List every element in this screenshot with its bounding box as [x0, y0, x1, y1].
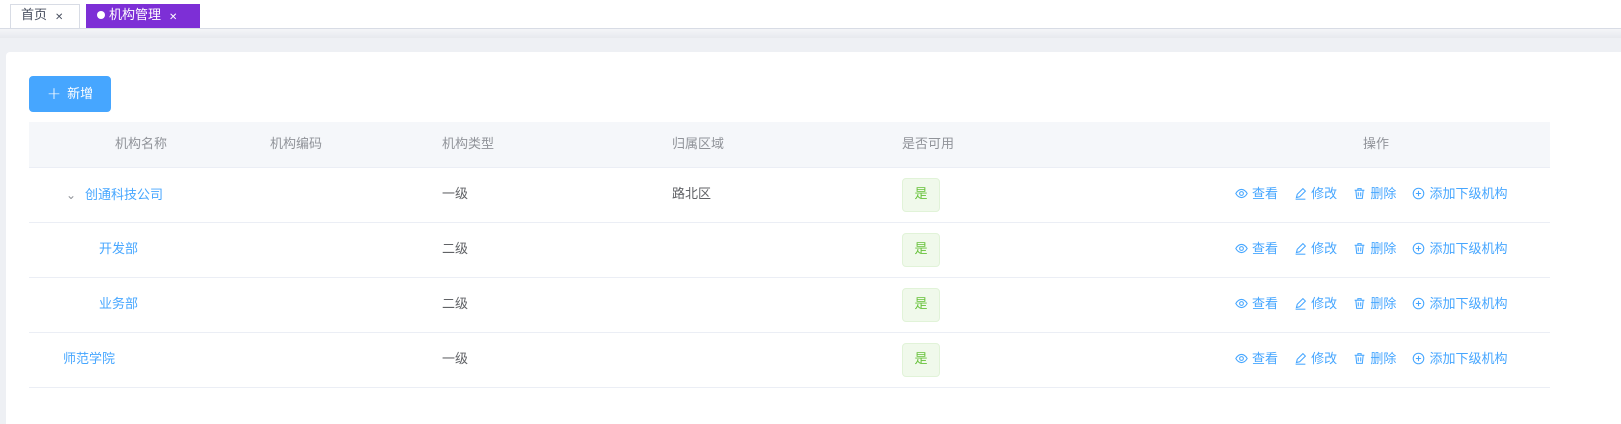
- view-button[interactable]: 查看: [1235, 278, 1278, 332]
- header-org-type: 机构类型: [442, 137, 495, 152]
- delete-button[interactable]: 删除: [1353, 333, 1396, 387]
- edit-button[interactable]: 修改: [1294, 278, 1337, 332]
- org-name-link[interactable]: 开发部: [99, 242, 138, 257]
- content-card: + 新增 机构名称 机构编码 机构类型 归属区域 是否可用 操作 ⌄ 创通科技公司 …: [6, 52, 1621, 424]
- edit-button[interactable]: 修改: [1294, 223, 1337, 277]
- add-child-label: 添加下级机构: [1429, 242, 1508, 257]
- add-child-button[interactable]: 添加下级机构: [1412, 333, 1507, 387]
- header-actions: 操作: [1363, 137, 1390, 152]
- view-label: 查看: [1252, 297, 1279, 312]
- row-actions: 查看 修改 删除 添加下级机构: [1235, 168, 1519, 222]
- plus-circle-icon: [1413, 187, 1425, 200]
- plus-circle-icon: [1413, 242, 1425, 255]
- table-row: 师范学院 一级 是 查看 修改 删除 添加下级机构: [29, 333, 1550, 388]
- view-button[interactable]: 查看: [1235, 168, 1278, 222]
- region-cell: 路北区: [672, 187, 712, 202]
- org-type-cell: 一级: [442, 187, 469, 202]
- edit-icon: [1295, 187, 1307, 200]
- tab-org-management[interactable]: 机构管理 ✕: [86, 4, 200, 28]
- eye-icon: [1235, 298, 1248, 309]
- add-child-label: 添加下级机构: [1429, 187, 1508, 202]
- edit-label: 修改: [1311, 297, 1338, 312]
- org-type-cell: 二级: [442, 242, 469, 257]
- delete-label: 删除: [1370, 297, 1397, 312]
- enabled-tag: 是: [902, 288, 940, 322]
- view-label: 查看: [1252, 242, 1279, 257]
- edit-button[interactable]: 修改: [1294, 333, 1337, 387]
- org-name-cell: 师范学院: [63, 333, 115, 387]
- header-org-name: 机构名称: [115, 137, 168, 152]
- tags-view-bar: 首页 ✕ 机构管理 ✕: [0, 0, 1621, 29]
- tab-home-label: 首页: [21, 8, 48, 23]
- close-icon[interactable]: ✕: [169, 7, 177, 29]
- plus-circle-icon: [1413, 352, 1425, 365]
- delete-button[interactable]: 删除: [1353, 223, 1396, 277]
- trash-icon: [1354, 298, 1365, 309]
- org-table: 机构名称 机构编码 机构类型 归属区域 是否可用 操作 ⌄ 创通科技公司 一级 路…: [29, 122, 1550, 388]
- trash-icon: [1354, 353, 1365, 364]
- eye-icon: [1235, 353, 1248, 364]
- view-label: 查看: [1252, 187, 1279, 202]
- tab-home[interactable]: 首页 ✕: [10, 4, 80, 28]
- org-type-cell: 一级: [442, 352, 469, 367]
- table-row: 业务部 二级 是 查看 修改 删除 添加下级机构: [29, 278, 1550, 333]
- table-body: ⌄ 创通科技公司 一级 路北区 是 查看 修改 删除 添加下级机构 开发部 二级 …: [29, 168, 1550, 388]
- org-name-link[interactable]: 业务部: [99, 297, 138, 312]
- edit-icon: [1295, 352, 1307, 365]
- org-name-cell: ⌄ 创通科技公司: [64, 168, 163, 223]
- header-enabled: 是否可用: [902, 137, 955, 152]
- chevron-down-icon[interactable]: ⌄: [64, 168, 78, 222]
- org-type-cell: 二级: [442, 297, 469, 312]
- row-actions: 查看 修改 删除 添加下级机构: [1235, 223, 1519, 277]
- row-actions: 查看 修改 删除 添加下级机构: [1235, 333, 1519, 387]
- delete-label: 删除: [1370, 352, 1397, 367]
- enabled-tag: 是: [902, 343, 940, 377]
- org-name-cell: 开发部: [99, 223, 138, 277]
- edit-label: 修改: [1311, 242, 1338, 257]
- delete-button[interactable]: 删除: [1353, 168, 1396, 222]
- add-child-button[interactable]: 添加下级机构: [1412, 223, 1507, 277]
- eye-icon: [1235, 188, 1248, 199]
- table-row: 开发部 二级 是 查看 修改 删除 添加下级机构: [29, 223, 1550, 278]
- view-label: 查看: [1252, 352, 1279, 367]
- add-button[interactable]: + 新增: [29, 76, 111, 112]
- edit-button[interactable]: 修改: [1294, 168, 1337, 222]
- edit-label: 修改: [1311, 187, 1338, 202]
- tab-org-management-label: 机构管理: [109, 8, 162, 23]
- view-button[interactable]: 查看: [1235, 333, 1278, 387]
- add-child-button[interactable]: 添加下级机构: [1412, 168, 1507, 222]
- table-row: ⌄ 创通科技公司 一级 路北区 是 查看 修改 删除 添加下级机构: [29, 168, 1550, 223]
- add-child-button[interactable]: 添加下级机构: [1412, 278, 1507, 332]
- row-actions: 查看 修改 删除 添加下级机构: [1235, 278, 1519, 332]
- enabled-tag: 是: [902, 233, 940, 267]
- edit-label: 修改: [1311, 352, 1338, 367]
- add-button-label: 新增: [67, 87, 94, 102]
- plus-icon: +: [46, 84, 62, 104]
- edit-icon: [1295, 297, 1307, 310]
- eye-icon: [1235, 243, 1248, 254]
- tabbar-divider: [0, 29, 1621, 38]
- delete-button[interactable]: 删除: [1353, 278, 1396, 332]
- org-name-link[interactable]: 师范学院: [63, 352, 115, 367]
- header-region: 归属区域: [672, 137, 725, 152]
- close-icon[interactable]: ✕: [55, 7, 63, 29]
- delete-label: 删除: [1370, 187, 1397, 202]
- edit-icon: [1295, 242, 1307, 255]
- trash-icon: [1354, 188, 1365, 199]
- plus-circle-icon: [1413, 297, 1425, 310]
- add-child-label: 添加下级机构: [1429, 352, 1508, 367]
- active-dot-icon: [97, 11, 105, 19]
- header-org-code: 机构编码: [270, 137, 323, 152]
- delete-label: 删除: [1370, 242, 1397, 257]
- add-child-label: 添加下级机构: [1429, 297, 1508, 312]
- org-name-cell: 业务部: [99, 278, 138, 332]
- table-header: 机构名称 机构编码 机构类型 归属区域 是否可用 操作: [29, 122, 1550, 168]
- trash-icon: [1354, 243, 1365, 254]
- enabled-tag: 是: [902, 178, 940, 212]
- org-name-link[interactable]: 创通科技公司: [85, 188, 163, 203]
- view-button[interactable]: 查看: [1235, 223, 1278, 277]
